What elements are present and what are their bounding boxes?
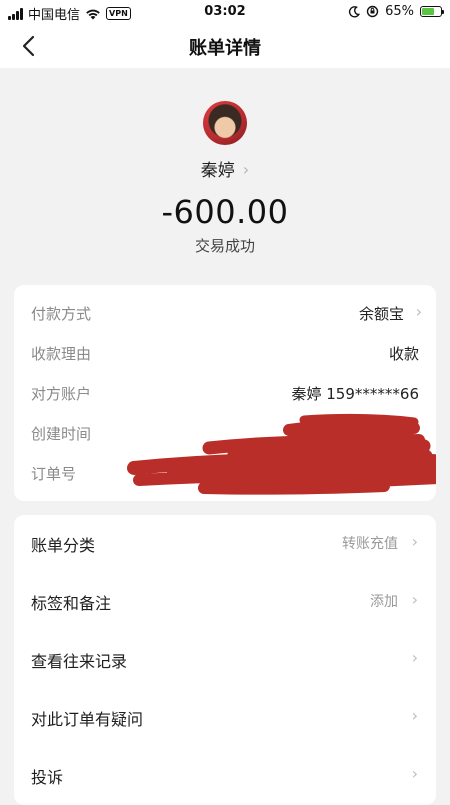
- action-value: 添加: [370, 594, 398, 610]
- action-label: 标签和备注: [31, 594, 112, 613]
- bill-category-row[interactable]: 账单分类 转账充值 ›: [14, 515, 436, 573]
- battery-icon: [420, 6, 444, 17]
- action-label: 查看往来记录: [31, 652, 128, 671]
- detail-row-order-number: 订单号: [14, 452, 436, 492]
- avatar[interactable]: [203, 101, 247, 145]
- chevron-right-icon: ›: [411, 706, 418, 725]
- transaction-amount: -600.00: [161, 193, 289, 231]
- detail-label: 创建时间: [31, 425, 92, 443]
- detail-label: 收款理由: [31, 345, 92, 363]
- chevron-right-icon: ›: [411, 532, 418, 551]
- detail-label: 订单号: [31, 465, 77, 483]
- moon-icon: [349, 5, 361, 18]
- detail-row-reason: 收款理由 收款: [14, 332, 436, 372]
- detail-value: 余额宝: [358, 305, 404, 323]
- detail-label: 对方账户: [31, 385, 92, 403]
- battery-percent: 65%: [385, 4, 414, 19]
- detail-label: 付款方式: [31, 305, 92, 323]
- counterparty-name: 秦婷: [200, 161, 235, 181]
- rotation-lock-icon: [366, 5, 379, 18]
- transaction-status: 交易成功: [194, 237, 255, 255]
- tags-notes-row[interactable]: 标签和备注 添加 ›: [14, 573, 436, 631]
- detail-row-counterparty-account: 对方账户 秦婷 159******66: [14, 372, 436, 412]
- chevron-right-icon: ›: [411, 764, 418, 783]
- detail-row-created-time: 创建时间: [14, 412, 436, 452]
- action-label: 账单分类: [31, 536, 96, 555]
- action-value: 转账充值: [342, 536, 398, 552]
- chevron-right-icon: ›: [242, 160, 250, 179]
- detail-value: 收款: [388, 345, 419, 363]
- action-label: 投诉: [31, 768, 64, 787]
- actions-card: 账单分类 转账充值 › 标签和备注 添加 › 查看往来记录 › 对此订单有疑问 …: [14, 515, 436, 805]
- chevron-right-icon: ›: [411, 590, 418, 609]
- transaction-history-row[interactable]: 查看往来记录 ›: [14, 631, 436, 689]
- details-card: 付款方式 余额宝 › 收款理由 收款 对方账户 秦婷 159******66 创…: [14, 285, 436, 501]
- page-title: 账单详情: [189, 38, 261, 59]
- detail-row-payment-method[interactable]: 付款方式 余额宝 ›: [14, 292, 436, 332]
- action-label: 对此订单有疑问: [31, 710, 144, 729]
- status-bar: 中国电信 VPN 03:02 65%: [0, 0, 450, 24]
- order-question-row[interactable]: 对此订单有疑问 ›: [14, 689, 436, 747]
- chevron-right-icon: ›: [411, 648, 418, 667]
- counterparty-name-link[interactable]: 秦婷 ›: [0, 156, 450, 181]
- detail-value: 秦婷 159******66: [291, 385, 420, 403]
- status-right: 65%: [348, 4, 444, 19]
- chevron-right-icon: ›: [415, 302, 422, 321]
- complaint-row[interactable]: 投诉 ›: [14, 747, 436, 805]
- nav-bar: 账单详情: [0, 24, 450, 68]
